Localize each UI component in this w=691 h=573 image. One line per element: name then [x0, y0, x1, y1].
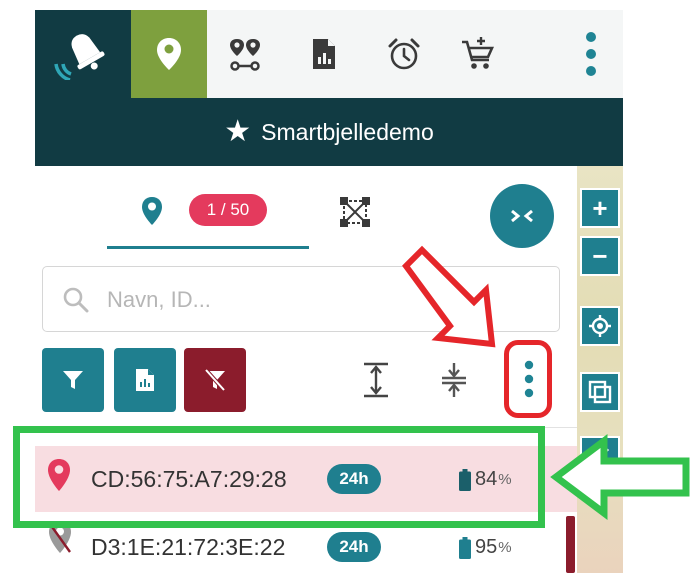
- zoom-in-button[interactable]: +: [580, 188, 620, 228]
- cart-add-icon: [462, 37, 495, 69]
- active-tab-underline: [107, 246, 309, 249]
- filter-button[interactable]: [42, 348, 104, 412]
- red-highlight-outline: [504, 340, 552, 418]
- route-icon: [230, 39, 260, 71]
- expand-rows-icon: [364, 362, 388, 398]
- collapse-rows-button[interactable]: [436, 360, 472, 400]
- green-annotation-arrow: [550, 434, 690, 520]
- more-vertical-icon: [586, 32, 596, 76]
- collapse-panel-button[interactable]: [490, 184, 554, 248]
- star-icon: ★: [224, 115, 252, 148]
- zoom-out-label: −: [592, 240, 608, 271]
- toolbar-tab-shop[interactable]: [445, 10, 511, 98]
- red-annotation-arrow: [402, 245, 496, 348]
- battery-value: 95: [475, 536, 498, 558]
- report-icon: [313, 39, 335, 69]
- collapse-rows-icon: [442, 363, 466, 397]
- tab-geofence[interactable]: [320, 176, 390, 248]
- clear-filter-icon: [204, 368, 226, 392]
- my-location-button[interactable]: [580, 306, 620, 346]
- account-name: Smartbjelledemo: [261, 118, 434, 145]
- list-scrollbar[interactable]: [566, 516, 575, 573]
- report-icon: [136, 369, 154, 391]
- alarm-clock-icon: [388, 38, 420, 70]
- top-toolbar: [35, 10, 623, 98]
- toolbar-tab-reports[interactable]: [291, 10, 357, 98]
- bell-logo-icon: [54, 34, 105, 80]
- device-count-badge: 1 / 50: [189, 194, 267, 226]
- toolbar-tab-alarms[interactable]: [371, 10, 437, 98]
- map-pin-icon: [157, 38, 181, 70]
- battery-status: 95%: [459, 536, 512, 559]
- map-pin-icon: [142, 197, 162, 225]
- zoom-in-label: +: [592, 192, 608, 223]
- geofence-icon: [340, 197, 370, 227]
- search-icon: [63, 287, 89, 313]
- collapse-arrows-icon: [511, 209, 533, 223]
- tab-devices[interactable]: 1 / 50: [107, 176, 309, 249]
- toolbar-menu-button[interactable]: [571, 10, 611, 98]
- green-highlight-outline: [13, 426, 545, 528]
- clear-filter-button[interactable]: [184, 348, 246, 412]
- battery-unit: %: [498, 539, 512, 556]
- toolbar-tab-routes[interactable]: [211, 10, 279, 98]
- layers-icon: [588, 380, 612, 404]
- crosshair-icon: [589, 315, 611, 337]
- account-title-bar[interactable]: ★ Smartbjelledemo: [35, 98, 623, 166]
- report-button[interactable]: [114, 348, 176, 412]
- toolbar-tab-devices[interactable]: [131, 10, 207, 98]
- device-id: D3:1E:21:72:3E:22: [91, 534, 286, 560]
- filter-icon: [63, 371, 83, 389]
- battery-icon: [459, 536, 471, 559]
- zoom-out-button[interactable]: −: [580, 236, 620, 276]
- expand-rows-button[interactable]: [358, 360, 394, 400]
- app-logo-button[interactable]: [35, 10, 131, 98]
- time-badge: 24h: [327, 532, 381, 562]
- map-layers-button[interactable]: [580, 372, 620, 412]
